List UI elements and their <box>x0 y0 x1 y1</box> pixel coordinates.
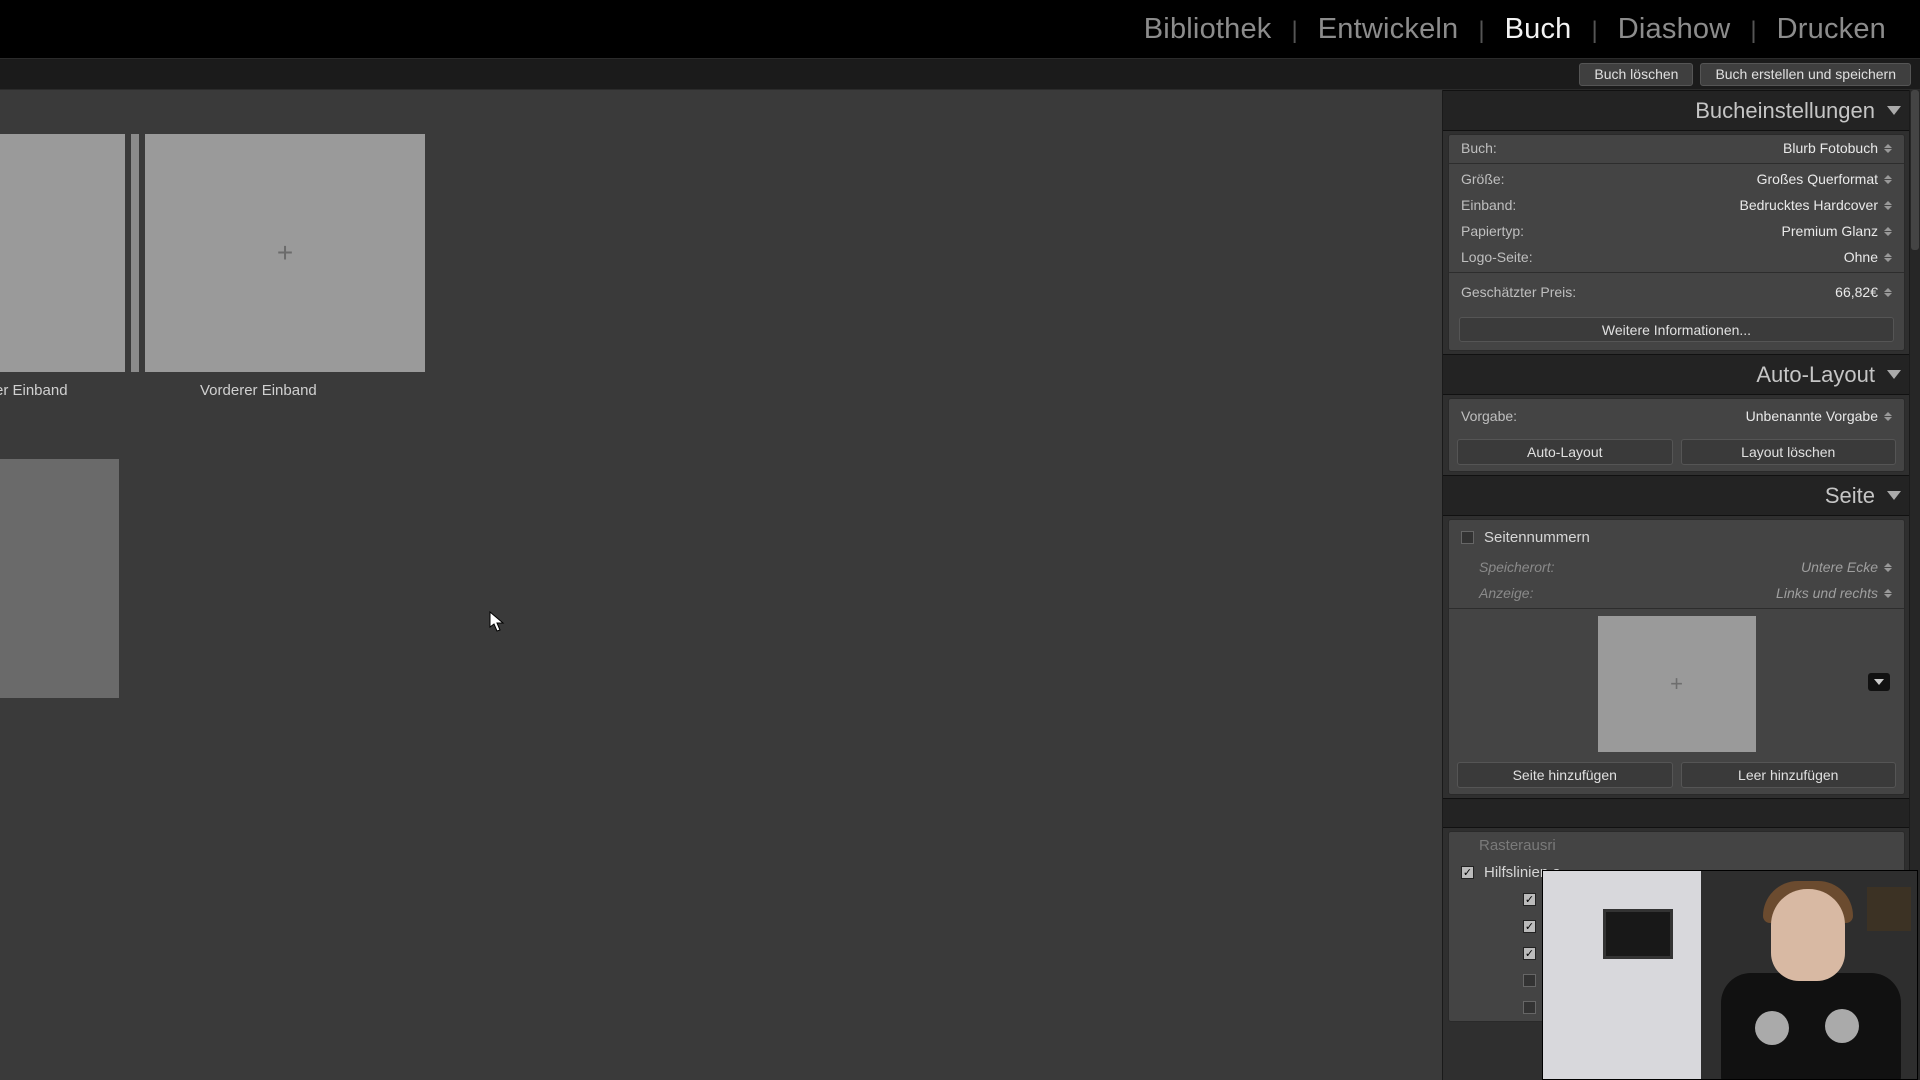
paper-row: Papiertyp: Premium Glanz <box>1449 218 1904 244</box>
webcam-overlay <box>1542 870 1918 1080</box>
module-bibliothek[interactable]: Bibliothek <box>1124 13 1292 46</box>
size-row: Größe: Großes Querformat <box>1449 166 1904 192</box>
location-dropdown[interactable]: Untere Ecke <box>1801 559 1892 575</box>
dropdown-icon <box>1884 175 1892 184</box>
back-cover-page[interactable]: + <box>0 134 125 372</box>
action-bar: Buch löschen Buch erstellen und speicher… <box>0 59 1920 90</box>
module-entwickeln[interactable]: Entwickeln <box>1298 13 1479 46</box>
monitor-shape <box>1603 909 1673 959</box>
book-canvas[interactable]: + + er Einband Vorderer Einband <box>0 90 1442 1080</box>
dropdown-icon <box>1884 589 1892 598</box>
dropdown-icon <box>1884 412 1892 421</box>
scrollbar-thumb[interactable] <box>1911 90 1919 250</box>
front-cover-label: Vorderer Einband <box>200 382 317 399</box>
page-template-thumb[interactable]: + <box>1598 616 1756 752</box>
checkbox-icon: ✓ <box>1523 920 1536 933</box>
size-dropdown[interactable]: Großes Querformat <box>1757 171 1892 187</box>
panel-header-auto-layout[interactable]: Auto-Layout <box>1443 354 1909 395</box>
paper-dropdown[interactable]: Premium Glanz <box>1782 223 1892 239</box>
display-row: Anzeige: Links und rechts <box>1449 580 1904 606</box>
logo-dropdown[interactable]: Ohne <box>1844 249 1892 265</box>
delete-book-button[interactable]: Buch löschen <box>1579 63 1693 86</box>
collapse-icon <box>1887 106 1901 115</box>
mouse-cursor-icon <box>489 611 505 633</box>
front-cover-page[interactable]: + <box>145 134 425 372</box>
panel-title: Seite <box>1825 483 1875 509</box>
dropdown-icon <box>1884 144 1892 153</box>
panel-title: Auto-Layout <box>1756 362 1875 388</box>
auto-layout-button[interactable]: Auto-Layout <box>1457 439 1673 465</box>
add-blank-button[interactable]: Leer hinzufügen <box>1681 762 1897 788</box>
dropdown-icon <box>1884 563 1892 572</box>
module-nav: Bibliothek | Entwickeln | Buch | Diashow… <box>1124 13 1906 46</box>
cover-dropdown[interactable]: Bedrucktes Hardcover <box>1739 197 1892 213</box>
panel-body-auto-layout: Vorgabe: Unbenannte Vorgabe Auto-Layout … <box>1448 398 1905 472</box>
book-type-dropdown[interactable]: Blurb Fotobuch <box>1783 140 1892 156</box>
more-info-button[interactable]: Weitere Informationen... <box>1459 317 1894 342</box>
panel-header-book-settings[interactable]: Bucheinstellungen <box>1443 90 1909 131</box>
spine[interactable] <box>131 134 139 372</box>
location-row: Speicherort: Untere Ecke <box>1449 554 1904 580</box>
panel-header-guides[interactable]: x <box>1443 798 1909 828</box>
module-drucken[interactable]: Drucken <box>1757 13 1906 46</box>
back-cover-label: er Einband <box>0 382 68 399</box>
create-save-book-button[interactable]: Buch erstellen und speichern <box>1700 63 1911 86</box>
grid-snap-label: Rasterausri <box>1449 832 1904 859</box>
checkbox-icon: ✓ <box>1461 866 1474 879</box>
webcam-background <box>1543 871 1701 1079</box>
dropdown-icon <box>1884 253 1892 262</box>
panel-title: Bucheinstellungen <box>1695 98 1875 124</box>
display-dropdown[interactable]: Links und rechts <box>1776 585 1892 601</box>
panel-body-page: Seitennummern Speicherort: Untere Ecke A… <box>1448 519 1905 795</box>
book-type-row: Buch: Blurb Fotobuch <box>1449 135 1904 161</box>
preset-dropdown[interactable]: Unbenannte Vorgabe <box>1746 408 1892 424</box>
checkbox-icon: ✓ <box>1523 947 1536 960</box>
panel-header-page[interactable]: Seite <box>1443 475 1909 516</box>
price-value: 66,82€ <box>1835 284 1892 300</box>
dropdown-icon <box>1884 288 1892 297</box>
panel-body-book-settings: Buch: Blurb Fotobuch Größe: Großes Querf… <box>1448 134 1905 351</box>
checkbox-icon <box>1523 1001 1536 1014</box>
collapse-icon <box>1887 491 1901 500</box>
collapse-icon <box>1887 370 1901 379</box>
module-buch[interactable]: Buch <box>1485 13 1592 46</box>
checkbox-icon <box>1523 974 1536 987</box>
dropdown-icon <box>1884 201 1892 210</box>
page-layout-preview: + <box>1449 611 1904 756</box>
add-page-button[interactable]: Seite hinzufügen <box>1457 762 1673 788</box>
cover-spread[interactable]: + + <box>0 134 425 372</box>
page-template-menu-button[interactable] <box>1868 673 1890 691</box>
page-thumb-partial[interactable] <box>0 459 119 698</box>
webcam-person <box>1701 871 1917 1079</box>
page-numbers-checkbox[interactable]: Seitennummern <box>1449 520 1904 554</box>
module-diashow[interactable]: Diashow <box>1598 13 1751 46</box>
checkbox-icon: ✓ <box>1523 893 1536 906</box>
checkbox-icon <box>1461 531 1474 544</box>
logo-row: Logo-Seite: Ohne <box>1449 244 1904 270</box>
preset-row: Vorgabe: Unbenannte Vorgabe <box>1449 399 1904 433</box>
clear-layout-button[interactable]: Layout löschen <box>1681 439 1897 465</box>
dropdown-icon <box>1884 227 1892 236</box>
price-row: Geschätzter Preis: 66,82€ <box>1449 275 1904 309</box>
chevron-down-icon <box>1874 679 1884 685</box>
cover-row: Einband: Bedrucktes Hardcover <box>1449 192 1904 218</box>
